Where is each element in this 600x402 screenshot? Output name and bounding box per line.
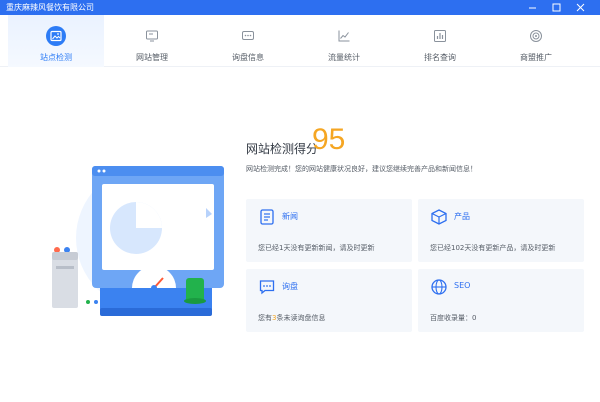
globe-icon [431, 279, 447, 295]
title-bar: 重庆麻辣风餐饮有限公司 [0, 0, 600, 15]
product-card[interactable]: 产品 您已经102天没有更新产品，请及时更新 [418, 199, 584, 262]
tab-label: 网站管理 [136, 53, 168, 62]
close-button[interactable] [569, 0, 591, 15]
product-title: 产品 [454, 212, 470, 221]
monitor-icon [141, 25, 163, 47]
health-check-illustration [52, 166, 224, 316]
box-icon [431, 209, 447, 225]
tab-site-management[interactable]: 网站管理 [104, 15, 200, 67]
tab-label: 询盘信息 [232, 53, 264, 62]
chat-icon [237, 25, 259, 47]
tab-ranking-query[interactable]: 排名查询 [392, 15, 488, 67]
news-title: 新闻 [282, 212, 298, 221]
line-chart-icon [333, 25, 355, 47]
score-label: 网站检测得分 [246, 142, 319, 156]
seo-status: 百度收录量：0 [430, 314, 477, 322]
news-card[interactable]: 新闻 您已经1天没有更新新闻，请及时更新 [246, 199, 412, 262]
maximize-button[interactable] [545, 0, 567, 15]
product-status: 您已经102天没有更新产品，请及时更新 [430, 244, 556, 252]
bar-chart-icon [429, 25, 451, 47]
seo-title: SEO [454, 281, 471, 290]
seo-card[interactable]: SEO 百度收录量：0 [418, 269, 584, 332]
tab-alliance-promotion[interactable]: 商盟推广 [488, 15, 584, 67]
maximize-icon [552, 3, 560, 12]
minimize-button[interactable] [521, 0, 543, 15]
tab-bar: 站点检测 网站管理 询盘信息 流量统计 排名查询 商盟推广 [0, 15, 600, 67]
main-panel: 网站检测得分 95 网站检测完成！您的网站健康状况良好，建议您继续完善产品和新闻… [0, 68, 600, 402]
inquiry-status: 您有3条未读询盘信息 [258, 314, 326, 322]
tab-label: 排名查询 [424, 53, 456, 62]
tab-label: 商盟推广 [520, 53, 552, 62]
tab-label: 站点检测 [40, 53, 72, 62]
tab-label: 流量统计 [328, 53, 360, 62]
target-icon [525, 25, 547, 47]
tab-traffic-stats[interactable]: 流量统计 [296, 15, 392, 67]
inquiry-card[interactable]: 询盘 您有3条未读询盘信息 [246, 269, 412, 332]
message-icon [259, 280, 275, 295]
window-title: 重庆麻辣风餐饮有限公司 [6, 3, 94, 12]
score-value: 95 [312, 123, 346, 156]
tab-inquiry[interactable]: 询盘信息 [200, 15, 296, 67]
tab-site-check[interactable]: 站点检测 [8, 15, 104, 67]
app-window: 重庆麻辣风餐饮有限公司 站点检测 网站管理 询盘信息 流量统计 排名查询 商盟推… [0, 0, 600, 402]
close-icon [576, 3, 584, 12]
inquiry-title: 询盘 [282, 282, 298, 291]
picture-icon [46, 26, 66, 46]
document-icon [260, 209, 274, 225]
news-status: 您已经1天没有更新新闻，请及时更新 [258, 244, 375, 252]
score-description: 网站检测完成！您的网站健康状况良好，建议您继续完善产品和新闻信息！ [246, 165, 477, 173]
minimize-icon [528, 7, 536, 9]
